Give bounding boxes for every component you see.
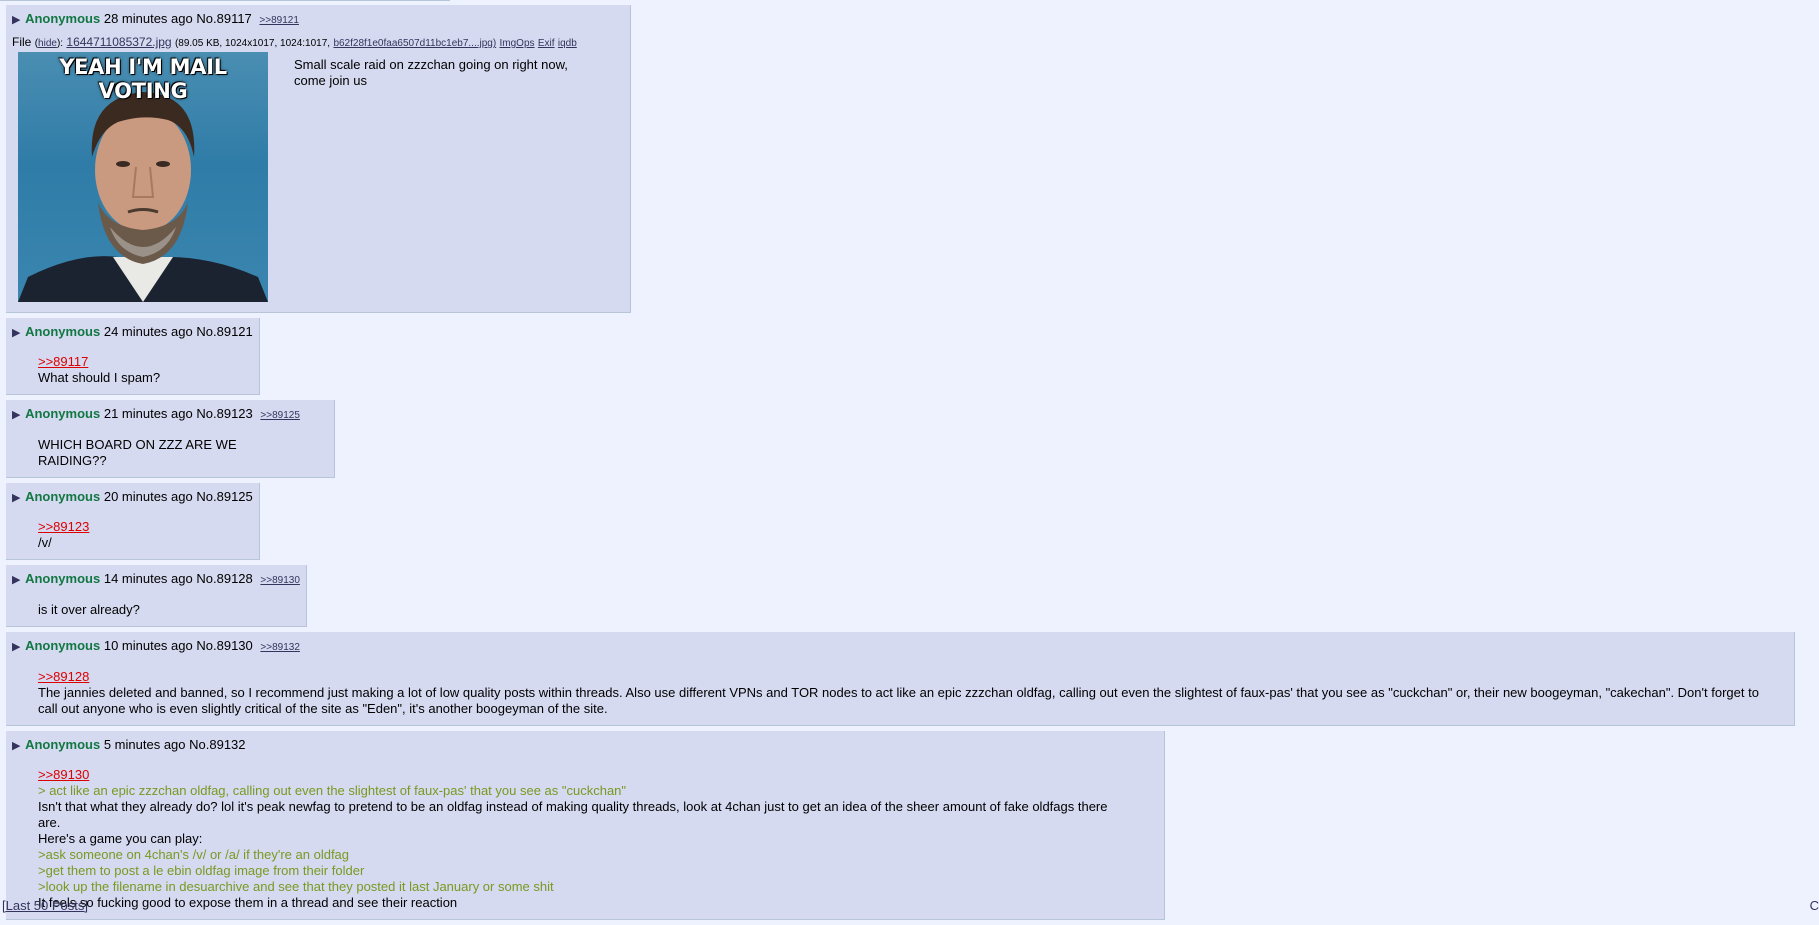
file-info: File (hide): 1644711085372.jpg (89.05 KB…	[12, 35, 577, 49]
post-message: is it over already?	[38, 602, 274, 618]
poster-name: Anonymous	[25, 406, 101, 421]
post-number[interactable]: No.89128	[196, 571, 252, 586]
poster-name: Anonymous	[25, 324, 101, 339]
post-message: >>89117 What should I spam?	[38, 354, 227, 386]
greentext-line: >look up the filename in desuarchive and…	[38, 879, 554, 894]
post-message: >>89123 /v/	[38, 519, 227, 551]
poster-name: Anonymous	[25, 737, 101, 752]
post-info: ▶ Anonymous 20 minutes ago No.89125	[12, 489, 253, 506]
reply-post: ▶ Anonymous 14 minutes ago No.89128 >>89…	[6, 565, 307, 627]
post-menu-arrow-icon[interactable]: ▶	[12, 641, 20, 653]
message-line: The jannies deleted and banned, so I rec…	[38, 685, 1759, 716]
backlink[interactable]: >>89125	[260, 410, 300, 421]
imgops-link[interactable]: ImgOps	[500, 38, 535, 49]
backlink[interactable]: >>89132	[260, 642, 300, 653]
hide-link[interactable]: hide	[38, 38, 57, 49]
post-time: 24 minutes ago	[103, 324, 193, 339]
poster-name: Anonymous	[25, 489, 101, 504]
reply-post: ▶ Anonymous 20 minutes ago No.89125 >>89…	[6, 483, 260, 560]
quote-link[interactable]: >>89128	[38, 669, 89, 684]
post-thumbnail[interactable]: YEAH I'M MAIL VOTING	[18, 52, 268, 302]
top-divider	[0, 0, 450, 1]
file-hash-link[interactable]: b62f28f1e0faa6507d11bc1eb7....jpg)	[333, 38, 496, 49]
post-menu-arrow-icon[interactable]: ▶	[12, 574, 20, 586]
message-line: What should I spam?	[38, 370, 161, 385]
post-number[interactable]: No.89130	[196, 638, 252, 653]
quote-link[interactable]: >>89117	[38, 354, 88, 369]
poster-name: Anonymous	[25, 11, 101, 26]
cut-off-text: C	[1809, 898, 1819, 913]
quote-link[interactable]: >>89123	[38, 519, 89, 534]
thumbnail-caption: YEAH I'M MAIL VOTING	[59, 55, 227, 103]
post-message: Small scale raid on zzzchan going on rig…	[294, 57, 574, 302]
post-time: 5 minutes ago	[103, 737, 186, 752]
file-label: File	[12, 35, 32, 49]
post-number[interactable]: No.89121	[196, 324, 252, 339]
post-time: 21 minutes ago	[103, 406, 193, 421]
reply-post: ▶ Anonymous 21 minutes ago No.89123 >>89…	[6, 400, 335, 478]
post-number[interactable]: No.89117	[196, 11, 251, 26]
post-message: >>89128 The jannies deleted and banned, …	[38, 669, 1762, 717]
op-post: ▶ Anonymous 28 minutes ago No.89117 >>89…	[6, 5, 631, 313]
post-info: ▶ Anonymous 5 minutes ago No.89132	[12, 737, 1158, 754]
message-line: come join us	[294, 73, 367, 88]
poster-name: Anonymous	[25, 571, 101, 586]
message-line: WHICH BOARD ON ZZZ ARE WE RAIDING??	[38, 437, 237, 468]
greentext-line: > act like an epic zzzchan oldfag, calli…	[38, 783, 627, 798]
reply-post: ▶ Anonymous 5 minutes ago No.89132 >>891…	[6, 731, 1165, 920]
post-message: >>89130 > act like an epic zzzchan oldfa…	[38, 767, 1132, 911]
file-link[interactable]: 1644711085372.jpg	[66, 35, 171, 49]
post-info: ▶ Anonymous 10 minutes ago No.89130 >>89…	[12, 638, 1788, 656]
post-menu-arrow-icon[interactable]: ▶	[12, 740, 20, 752]
post-info: ▶ Anonymous 14 minutes ago No.89128 >>89…	[12, 571, 300, 589]
message-line: is it over already?	[38, 602, 140, 617]
message-line: Here's a game you can play:	[38, 831, 203, 846]
post-number[interactable]: No.89132	[189, 737, 245, 752]
file-meta: (89.05 KB, 1024x1017, 1024:1017,	[174, 38, 331, 49]
post-time: 28 minutes ago	[103, 11, 193, 26]
greentext-line: >get them to post a le ebin oldfag image…	[38, 863, 365, 878]
iqdb-link[interactable]: iqdb	[558, 38, 577, 49]
post-time: 10 minutes ago	[103, 638, 193, 653]
post-number[interactable]: No.89123	[196, 406, 252, 421]
post-time: 14 minutes ago	[103, 571, 193, 586]
message-line: Isn't that what they already do? lol it'…	[38, 799, 1108, 830]
post-number[interactable]: No.89125	[196, 489, 252, 504]
post-menu-arrow-icon[interactable]: ▶	[12, 492, 20, 504]
post-info: ▶ Anonymous 28 minutes ago No.89117 >>89…	[12, 11, 624, 29]
message-line: It feels so fucking good to expose them …	[38, 895, 458, 910]
thread: ▶ Anonymous 28 minutes ago No.89117 >>89…	[6, 5, 1816, 925]
post-message: WHICH BOARD ON ZZZ ARE WE RAIDING??	[38, 437, 302, 469]
message-line: /v/	[38, 535, 52, 550]
backlink[interactable]: >>89121	[259, 15, 299, 26]
greentext-line: >ask someone on 4chan's /v/ or /a/ if th…	[38, 847, 350, 862]
quote-link[interactable]: >>89130	[38, 767, 89, 782]
reply-post: ▶ Anonymous 10 minutes ago No.89130 >>89…	[6, 632, 1795, 726]
reply-post: ▶ Anonymous 24 minutes ago No.89121 >>89…	[6, 318, 260, 395]
poster-name: Anonymous	[25, 638, 101, 653]
exif-link[interactable]: Exif	[538, 38, 555, 49]
post-menu-arrow-icon[interactable]: ▶	[12, 14, 20, 26]
backlink[interactable]: >>89130	[260, 575, 300, 586]
last-50-posts-link[interactable]: [Last 50 Posts]	[2, 898, 88, 913]
post-menu-arrow-icon[interactable]: ▶	[12, 409, 20, 421]
post-time: 20 minutes ago	[103, 489, 193, 504]
post-info: ▶ Anonymous 21 minutes ago No.89123 >>89…	[12, 406, 328, 424]
message-line: Small scale raid on zzzchan going on rig…	[294, 57, 568, 72]
post-info: ▶ Anonymous 24 minutes ago No.89121	[12, 324, 253, 341]
post-menu-arrow-icon[interactable]: ▶	[12, 327, 20, 339]
footer: [Last 50 Posts]	[2, 898, 88, 913]
